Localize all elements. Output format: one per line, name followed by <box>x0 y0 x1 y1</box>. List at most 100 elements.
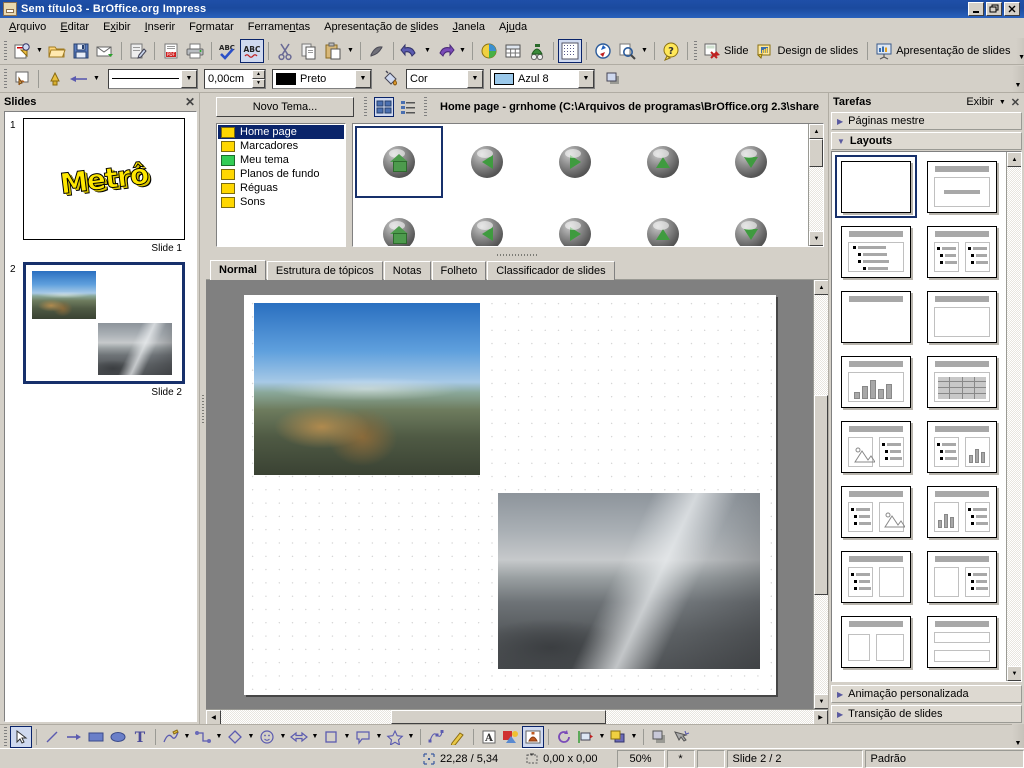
arrow-style-icon[interactable] <box>67 67 91 91</box>
drawing-toolbar-overflow[interactable]: ▼ <box>1012 723 1024 750</box>
gallery-item-right-2[interactable] <box>531 198 619 246</box>
scrollbar-track[interactable] <box>814 594 828 694</box>
curve-dropdown-icon[interactable]: ▼ <box>182 726 192 748</box>
slides-list[interactable]: 1 Metrô Slide 1 2 Slide 2 <box>4 111 197 722</box>
layout-title-two-content[interactable] <box>921 220 1003 283</box>
scrollbar-thumb[interactable] <box>809 139 823 167</box>
layout-title-chart[interactable] <box>835 350 917 413</box>
arrange-dropdown-icon[interactable]: ▼ <box>629 726 639 748</box>
scrollbar-track[interactable] <box>221 710 391 724</box>
glue-points-icon[interactable] <box>447 726 469 748</box>
points-icon[interactable] <box>425 726 447 748</box>
slide-canvas[interactable] <box>206 280 813 709</box>
redo-dropdown-icon[interactable]: ▼ <box>457 39 468 63</box>
menu-inserir[interactable]: Inserir <box>138 19 183 35</box>
layout-title-content[interactable] <box>835 220 917 283</box>
layout-title-only[interactable] <box>835 285 917 348</box>
gallery-theme-sons[interactable]: Sons <box>218 195 344 209</box>
scroll-right-arrow-icon[interactable]: ▶ <box>813 710 828 725</box>
gallery-icon-view-icon[interactable] <box>374 97 394 117</box>
fontwork-gallery-icon[interactable]: A <box>478 726 500 748</box>
tasks-section-layouts[interactable]: ▼ Layouts <box>831 132 1022 150</box>
toolbar-grip[interactable] <box>4 40 7 61</box>
gallery-item-down-2[interactable] <box>707 198 795 246</box>
curve-tool-icon[interactable] <box>160 726 182 748</box>
zoom-icon[interactable] <box>615 39 639 63</box>
new-document-dropdown-icon[interactable]: ▼ <box>34 39 45 63</box>
gallery-theme-home-page[interactable]: Home page <box>218 125 344 139</box>
scroll-up-arrow-icon[interactable]: ▲ <box>809 124 823 139</box>
gallery-item-up[interactable] <box>619 126 707 198</box>
layout-title-wide-content[interactable] <box>921 610 1003 673</box>
undo-dropdown-icon[interactable]: ▼ <box>422 39 433 63</box>
layout-title-content-clipart[interactable] <box>835 480 917 543</box>
rotate-icon[interactable] <box>553 726 575 748</box>
layout-title-object[interactable] <box>921 285 1003 348</box>
help-icon[interactable]: ? <box>659 39 683 63</box>
alignment-icon[interactable] <box>575 726 597 748</box>
paste-dropdown-icon[interactable]: ▼ <box>345 39 356 63</box>
area-fill-combo[interactable]: Azul 8 ▼ <box>490 68 595 89</box>
gallery-grip[interactable] <box>364 97 367 117</box>
menu-editar[interactable]: Editar <box>53 19 96 35</box>
scroll-down-arrow-icon[interactable]: ▼ <box>1007 666 1021 681</box>
layout-title-table[interactable] <box>921 350 1003 413</box>
symbol-shapes-dropdown-icon[interactable]: ▼ <box>278 726 288 748</box>
tab-notas[interactable]: Notas <box>383 261 431 280</box>
layout-title-subtitle[interactable] <box>921 155 1003 218</box>
stars-dropdown-icon[interactable]: ▼ <box>406 726 416 748</box>
layouts-vertical-scrollbar[interactable]: ▲ ▼ <box>1006 152 1021 681</box>
scroll-up-arrow-icon[interactable]: ▲ <box>1007 152 1021 167</box>
area-fill-dropdown-icon[interactable]: ▼ <box>578 69 594 88</box>
slide-thumbnail-2[interactable] <box>23 262 185 384</box>
line-width-field[interactable]: 0,00cm ▲ ▼ <box>204 68 266 89</box>
menu-formatar[interactable]: Formatar <box>182 19 241 35</box>
canvas-vertical-scrollbar[interactable]: ▲ ▼ <box>813 280 829 709</box>
insert-chart-icon[interactable] <box>477 39 501 63</box>
gallery-item-right[interactable] <box>531 126 619 198</box>
save-icon[interactable] <box>69 39 93 63</box>
gallery-theme-planos-de-fundo[interactable]: Planos de fundo <box>218 167 344 181</box>
tasks-view-label[interactable]: Exibir <box>966 96 994 108</box>
gallery-item-down[interactable] <box>707 126 795 198</box>
connector-tool-icon[interactable] <box>192 726 214 748</box>
basic-shapes-dropdown-icon[interactable]: ▼ <box>246 726 256 748</box>
email-document-icon[interactable] <box>93 39 117 63</box>
arrange-icon[interactable] <box>607 726 629 748</box>
menu-ajuda[interactable]: Ajuda <box>492 19 534 35</box>
gallery-toggle-icon[interactable] <box>522 725 544 748</box>
scroll-down-arrow-icon[interactable]: ▼ <box>809 231 823 246</box>
close-button[interactable] <box>1004 2 1020 16</box>
line-endpoint-icon[interactable] <box>43 67 67 91</box>
menu-ferramentas[interactable]: Ferramentas <box>241 19 317 35</box>
gallery-item-home-2[interactable] <box>355 198 443 246</box>
line-tool-icon[interactable] <box>41 726 63 748</box>
flowchart-shapes-icon[interactable] <box>320 726 342 748</box>
shadow-toggle-icon[interactable] <box>648 726 670 748</box>
zoom-level[interactable]: 50% <box>616 749 665 768</box>
callout-shapes-icon[interactable] <box>352 726 374 748</box>
scrollbar-track[interactable] <box>1007 167 1021 666</box>
gallery-theme-meu-tema[interactable]: Meu tema <box>218 153 344 167</box>
insert-table-icon[interactable] <box>501 39 525 63</box>
scrollbar-thumb[interactable] <box>814 394 828 595</box>
tasks-section-transicao-de-slides[interactable]: ▶ Transição de slides <box>831 705 1022 723</box>
fill-bucket-icon[interactable] <box>378 67 402 91</box>
slide-thumbnail-1[interactable]: Metrô <box>23 118 185 240</box>
spellcheck-icon[interactable]: ABC <box>216 39 240 63</box>
gallery-theme-list[interactable]: Home page Marcadores Meu tema Planos de … <box>216 123 346 247</box>
scroll-left-arrow-icon[interactable]: ◀ <box>206 710 221 725</box>
export-pdf-icon[interactable]: PDF <box>159 39 183 63</box>
rectangle-tool-icon[interactable] <box>85 726 107 748</box>
minimize-button[interactable] <box>968 2 984 16</box>
clone-formatting-icon[interactable] <box>365 39 389 63</box>
new-slide-button[interactable]: Slide <box>700 39 753 63</box>
shadow-icon[interactable] <box>601 67 625 91</box>
select-tool-icon[interactable] <box>10 725 32 748</box>
layouts-list[interactable]: ▲ ▼ <box>831 151 1022 682</box>
scrollbar-thumb[interactable] <box>391 710 606 724</box>
standard-toolbar-overflow[interactable]: ▼ <box>1015 37 1024 64</box>
slide-show-button[interactable]: Apresentação de slides <box>872 39 1015 63</box>
new-document-icon[interactable] <box>10 39 34 63</box>
gallery-items-view[interactable]: ▲ ▼ <box>352 123 824 247</box>
